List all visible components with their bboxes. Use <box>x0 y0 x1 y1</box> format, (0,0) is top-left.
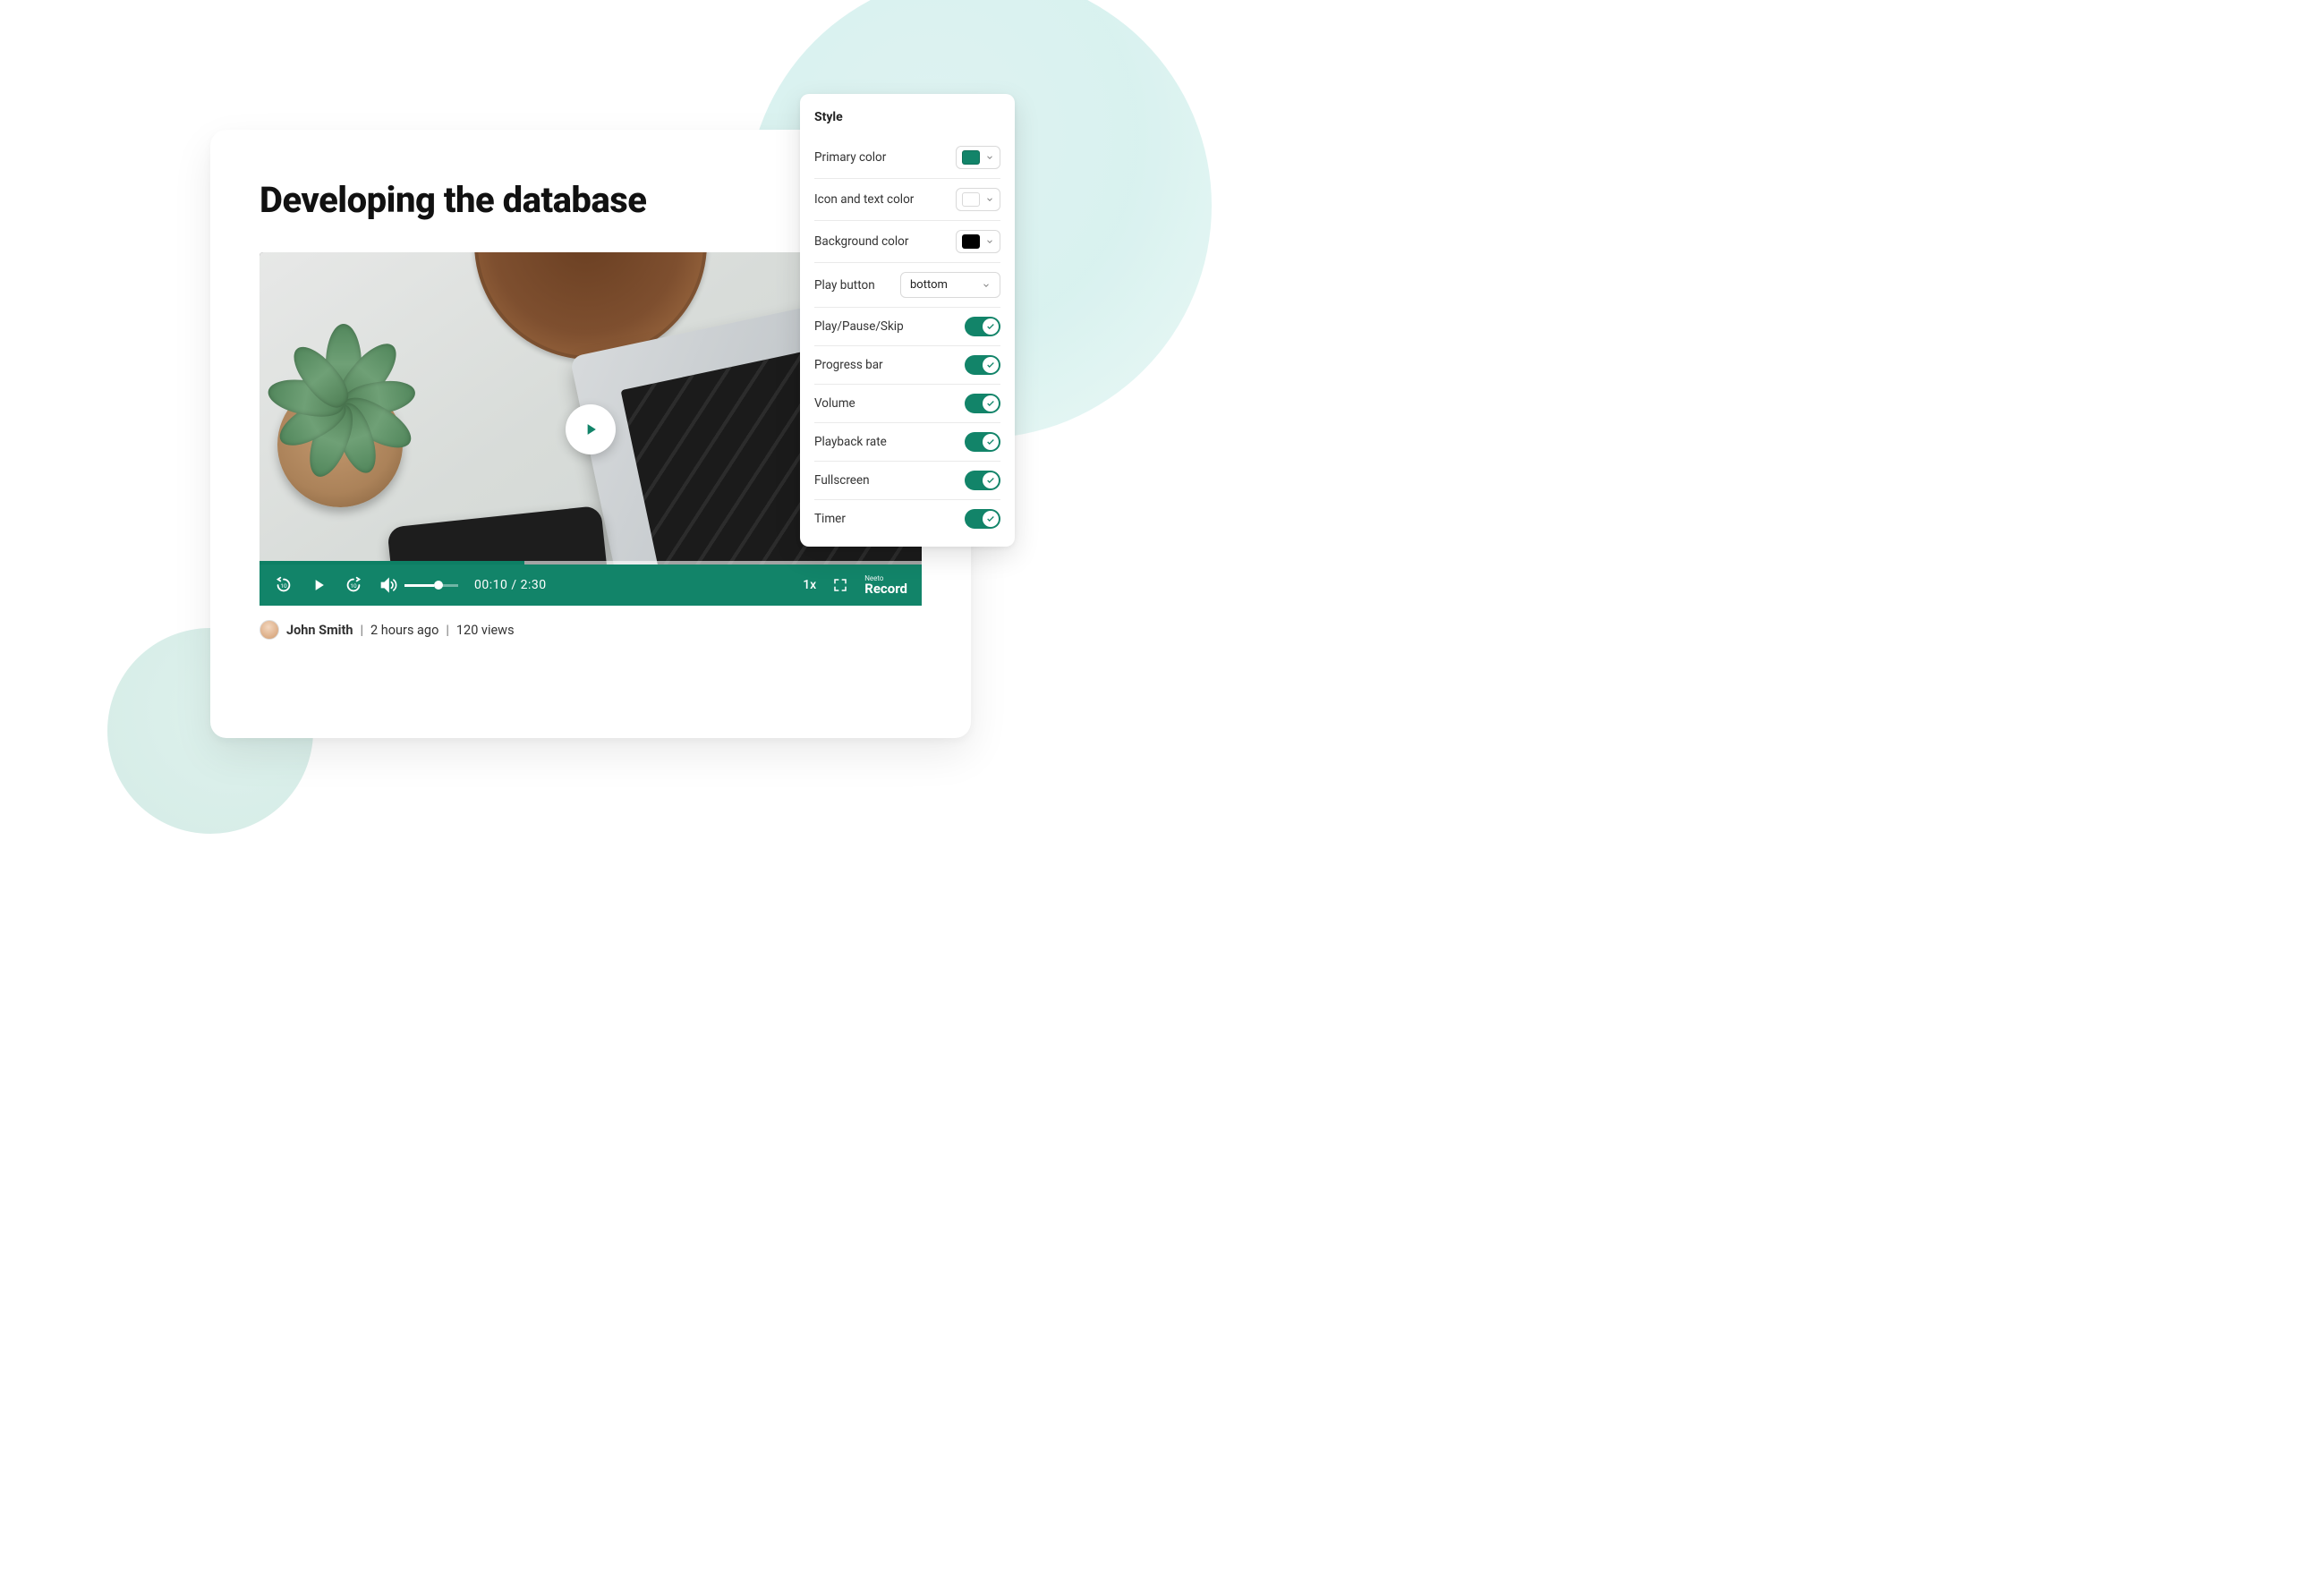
meta-separator: | <box>361 623 364 638</box>
brand-small: Neeto <box>864 575 883 582</box>
row-background-color: Background color <box>814 221 1000 263</box>
fullscreen-button[interactable] <box>832 577 848 593</box>
toggle-volume[interactable] <box>965 394 1000 413</box>
check-icon <box>986 361 995 369</box>
label-volume: Volume <box>814 396 855 411</box>
toggle-fullscreen[interactable] <box>965 471 1000 490</box>
meta-separator: | <box>446 623 449 638</box>
playback-rate-button[interactable]: 1x <box>803 578 816 592</box>
skip-forward-button[interactable]: 10 <box>344 575 363 595</box>
swatch-background <box>962 234 980 249</box>
icon-text-color-picker[interactable] <box>956 188 1000 211</box>
toggle-progress-bar[interactable] <box>965 355 1000 375</box>
style-panel: Style Primary color Icon and text color … <box>800 94 1015 547</box>
background-color-picker[interactable] <box>956 230 1000 253</box>
row-icon-text-color: Icon and text color <box>814 179 1000 221</box>
label-play-pause-skip: Play/Pause/Skip <box>814 319 904 334</box>
check-icon <box>986 322 995 331</box>
row-play-pause-skip: Play/Pause/Skip <box>814 308 1000 346</box>
label-play-button: Play button <box>814 278 875 293</box>
check-icon <box>986 399 995 408</box>
author-name: John Smith <box>286 623 353 638</box>
chevron-down-icon <box>985 237 994 246</box>
toggle-play-pause-skip[interactable] <box>965 317 1000 336</box>
avatar <box>260 620 279 640</box>
skip-back-button[interactable]: 10 <box>274 575 294 595</box>
label-timer: Timer <box>814 512 846 526</box>
row-fullscreen: Fullscreen <box>814 462 1000 500</box>
label-background-color: Background color <box>814 234 908 249</box>
toggle-timer[interactable] <box>965 509 1000 529</box>
label-progress-bar: Progress bar <box>814 358 883 372</box>
brand-big: Record <box>864 582 907 596</box>
svg-text:10: 10 <box>280 582 287 590</box>
row-play-button: Play button bottom <box>814 263 1000 308</box>
label-icon-text-color: Icon and text color <box>814 192 914 207</box>
check-icon <box>986 514 995 523</box>
label-playback-rate: Playback rate <box>814 435 887 449</box>
chevron-down-icon <box>982 281 991 290</box>
time-ago: 2 hours ago <box>370 623 438 638</box>
play-icon <box>310 576 328 594</box>
row-primary-color: Primary color <box>814 137 1000 179</box>
video-meta: John Smith | 2 hours ago | 120 views <box>260 620 922 640</box>
svg-text:10: 10 <box>350 582 357 590</box>
video-control-bar: 10 10 <box>260 565 922 606</box>
play-icon <box>582 420 600 438</box>
play-button-select-value: bottom <box>910 278 948 292</box>
swatch-icon-text <box>962 192 980 207</box>
toggle-playback-rate[interactable] <box>965 432 1000 452</box>
play-button-center[interactable] <box>566 404 616 454</box>
play-pause-button[interactable] <box>310 576 328 594</box>
check-icon <box>986 437 995 446</box>
primary-color-picker[interactable] <box>956 146 1000 169</box>
row-progress-bar: Progress bar <box>814 346 1000 385</box>
fullscreen-icon <box>832 577 848 593</box>
label-primary-color: Primary color <box>814 150 886 165</box>
volume-button[interactable] <box>379 576 397 594</box>
swatch-primary <box>962 150 980 165</box>
check-icon <box>986 476 995 485</box>
chevron-down-icon <box>985 153 994 162</box>
chevron-down-icon <box>985 195 994 204</box>
row-timer: Timer <box>814 500 1000 538</box>
row-volume: Volume <box>814 385 1000 423</box>
view-count: 120 views <box>456 623 515 638</box>
label-fullscreen: Fullscreen <box>814 473 870 488</box>
style-panel-heading: Style <box>814 110 1000 124</box>
play-button-select[interactable]: bottom <box>900 272 1000 298</box>
volume-slider[interactable] <box>404 584 458 587</box>
volume-icon <box>379 576 397 594</box>
playback-timer: 00:10 / 2:30 <box>474 578 547 592</box>
brand-logo: Neeto Record <box>864 575 907 596</box>
row-playback-rate: Playback rate <box>814 423 1000 462</box>
